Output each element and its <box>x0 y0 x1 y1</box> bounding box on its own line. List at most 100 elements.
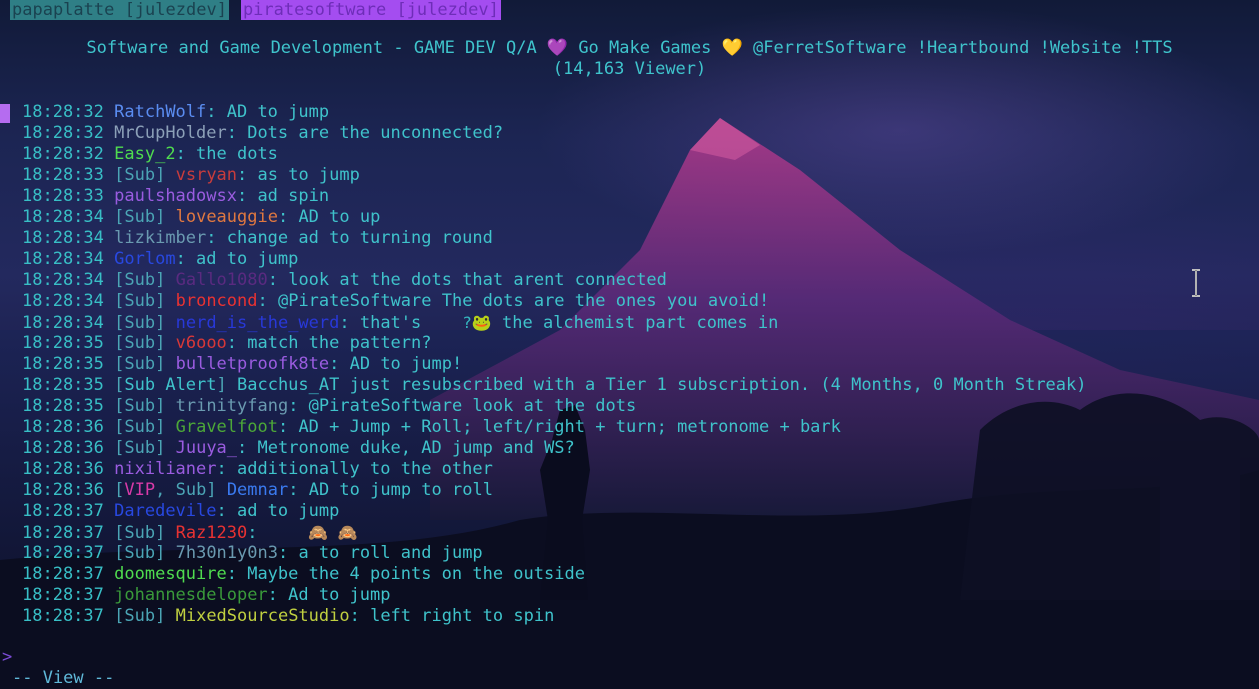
chat-message: 18:28:34 lizkimber: change ad to turning… <box>22 228 1087 249</box>
message-timestamp: 18:28:32 <box>22 123 104 143</box>
chat-username[interactable]: paulshadowsx <box>114 186 237 206</box>
message-text: : ad to jump <box>216 501 340 521</box>
viewer-count: (14,163 Viewer) <box>552 59 707 79</box>
chat-message: 18:28:34 [Sub] nerd_is_the_werd: that's … <box>22 313 779 333</box>
chat-username[interactable]: Daredevile <box>114 501 216 521</box>
emote-icon: 🙈 🙈 <box>298 523 358 542</box>
chat-username[interactable]: Gorlom <box>114 249 175 269</box>
channel-title: Software and Game Development - GAME DEV… <box>0 38 1259 80</box>
message-text: : as to jump <box>237 165 360 185</box>
user-badge: Sub <box>124 333 156 353</box>
user-badge: Sub <box>124 270 156 290</box>
message-text: : that's <box>339 313 422 333</box>
chat-username[interactable]: lizkimber <box>114 228 206 248</box>
chat-message: 18:28:36 nixilianer: additionally to the… <box>22 459 1087 480</box>
user-badge: Sub <box>124 523 156 543</box>
message-timestamp: 18:28:36 <box>22 480 104 500</box>
chat-message: 18:28:33 [Sub] vsryan: as to jump <box>22 165 360 185</box>
chat-log: 18:28:32 RatchWolf: AD to jump 18:28:32 M… <box>22 102 1087 627</box>
message-text: : match the pattern? <box>226 333 432 353</box>
chat-username[interactable]: MixedSourceStudio <box>176 606 350 626</box>
message-text: : <box>247 523 258 543</box>
chat-username[interactable]: Gravelfoot <box>176 417 278 437</box>
message-text: : Dots are the unconnected? <box>226 123 504 143</box>
message-timestamp: 18:28:37 <box>22 523 104 543</box>
chat-username[interactable]: Easy_2 <box>114 144 175 164</box>
chat-message: 18:28:34 Gorlom: ad to jump <box>22 249 1087 270</box>
chat-message: 18:28:35 [Sub] trinityfang: @PirateSoftw… <box>22 396 637 416</box>
chat-username[interactable]: loveauggie <box>176 207 278 227</box>
chat-message: 18:28:37 johannesdeloper: Ad to jump <box>22 585 1087 606</box>
chat-username[interactable]: broncond <box>176 291 258 311</box>
chat-message: 18:28:33 paulshadowsx: ad spin <box>22 186 1087 207</box>
mode-indicator: -- View -- <box>12 668 115 688</box>
message-text: : the dots <box>175 144 278 164</box>
message-timestamp: 18:28:37 <box>22 501 104 521</box>
chat-username[interactable]: doomesquire <box>114 564 227 584</box>
chat-username[interactable]: nixilianer <box>114 459 216 479</box>
message-text: : additionally to the other <box>216 459 493 479</box>
message-timestamp: 18:28:36 <box>22 438 104 458</box>
chat-message: 18:28:37 doomesquire: Maybe the 4 points… <box>22 564 1087 585</box>
chat-message: 18:28:34 [Sub] loveauggie: AD to up <box>22 207 381 227</box>
message-text: : look at the dots that arent connected <box>267 270 667 290</box>
message-text: : Ad to jump <box>267 585 391 605</box>
message-timestamp: 18:28:34 <box>22 291 104 311</box>
message-timestamp: 18:28:34 <box>22 228 104 248</box>
message-timestamp: 18:28:35 <box>22 396 104 416</box>
user-badge: Sub <box>124 354 156 374</box>
chat-username[interactable]: Raz1230 <box>176 523 248 543</box>
message-text: : AD to jump to roll <box>288 480 493 500</box>
message-timestamp: 18:28:33 <box>22 165 104 185</box>
message-timestamp: 18:28:37 <box>22 585 104 605</box>
emote-icon: ?🐸 <box>462 313 492 332</box>
message-text: : ad spin <box>236 186 330 206</box>
message-timestamp: 18:28:34 <box>22 207 104 227</box>
message-text: : @PirateSoftware The dots are the ones … <box>257 291 770 311</box>
user-badge: Sub <box>124 543 156 563</box>
user-badge: VIP <box>124 480 156 500</box>
message-text: : left right to spin <box>349 606 555 626</box>
chat-message: 18:28:32 RatchWolf: AD to jump <box>22 102 1087 123</box>
user-badge: Sub <box>124 438 156 458</box>
message-timestamp: 18:28:34 <box>22 249 104 269</box>
chat-message: 18:28:32 Easy_2: the dots <box>22 144 1087 165</box>
chat-username[interactable]: RatchWolf <box>114 102 206 122</box>
chat-username[interactable]: v6ooo <box>176 333 227 353</box>
message-timestamp: 18:28:37 <box>22 564 104 584</box>
chat-message: 18:28:36 [Sub] Gravelfoot: AD + Jump + R… <box>22 417 841 437</box>
chat-message: 18:28:35 [Sub] v6ooo: match the pattern? <box>22 333 432 353</box>
chat-username[interactable]: MrCupHolder <box>114 123 227 143</box>
chat-username[interactable]: Gallo1080 <box>176 270 268 290</box>
message-timestamp: 18:28:33 <box>22 186 104 206</box>
chat-username[interactable]: bulletproofk8te <box>176 354 330 374</box>
chat-input[interactable]: > <box>2 647 12 668</box>
chat-username[interactable]: Juuya_ <box>176 438 237 458</box>
user-badge: Sub <box>175 480 207 500</box>
chat-message: 18:28:34 [Sub] Gallo1080: look at the do… <box>22 270 667 290</box>
message-text: : ad to jump <box>175 249 299 269</box>
message-text: : Maybe the 4 points on the outside <box>226 564 585 584</box>
user-badge: Sub <box>124 207 156 227</box>
chat-message: 18:28:35 [Sub Alert] Bacchus_AT just res… <box>22 375 1087 395</box>
chat-message: 18:28:37 [Sub] Raz1230: 🙈 🙈 <box>22 523 358 543</box>
chat-username[interactable]: trinityfang <box>176 396 289 416</box>
user-badge: Sub <box>124 417 156 437</box>
chat-username[interactable]: nerd_is_the_werd <box>176 313 340 333</box>
message-timestamp: 18:28:35 <box>22 333 104 353</box>
chat-message: 18:28:34 [Sub] broncond: @PirateSoftware… <box>22 291 770 311</box>
chat-username[interactable]: vsryan <box>176 165 237 185</box>
chat-message: 18:28:37 [Sub] MixedSourceStudio: left r… <box>22 606 555 626</box>
chat-username[interactable]: 7h30n1y0n3 <box>176 543 278 563</box>
tab-piratesoftware[interactable]: piratesoftware [julezdev] <box>240 0 501 20</box>
message-timestamp: 18:28:35 <box>22 375 104 395</box>
message-text: : AD to jump! <box>329 354 463 374</box>
message-text: Bacchus_AT just resubscribed with a Tier… <box>226 375 1087 395</box>
scroll-position-marker[interactable] <box>0 104 10 123</box>
chat-username[interactable]: johannesdeloper <box>114 585 268 605</box>
message-text: : a to roll and jump <box>277 543 483 563</box>
user-badge: Sub <box>124 291 156 311</box>
chat-username[interactable]: Demnar <box>227 480 288 500</box>
tab-papaplatte[interactable]: papaplatte [julezdev] <box>10 0 229 20</box>
input-prompt: > <box>2 647 13 667</box>
